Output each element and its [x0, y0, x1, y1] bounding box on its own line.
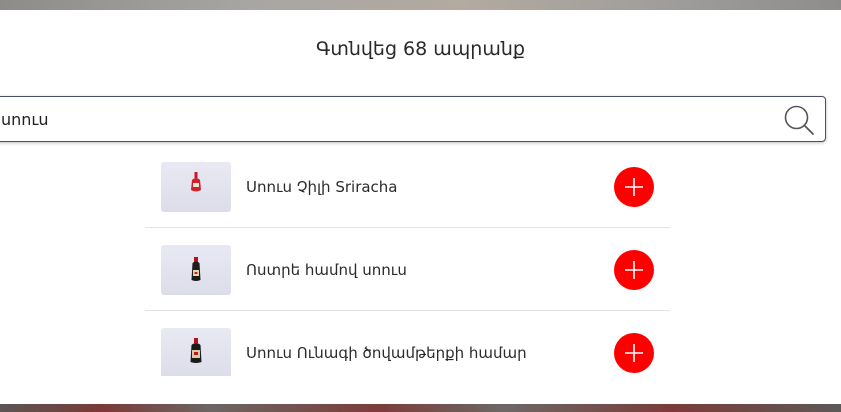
search-icon[interactable] [783, 104, 815, 136]
plus-icon [625, 261, 643, 279]
list-item[interactable]: Սոուս Չիլի Sriracha [145, 160, 670, 228]
add-to-cart-button[interactable] [614, 333, 654, 373]
product-name[interactable]: Սոուս Ունագի ծովամթերքի համար [246, 344, 527, 362]
product-image [161, 245, 231, 295]
search-input[interactable]: սոուս [1, 110, 49, 129]
background-bottom [0, 404, 841, 412]
product-image [161, 162, 231, 212]
search-box[interactable]: սոուս [0, 96, 826, 142]
product-image [161, 328, 231, 376]
plus-icon [625, 178, 643, 196]
list-item[interactable]: Սոուս Ունագի ծովամթերքի համար [145, 311, 670, 376]
add-to-cart-button[interactable] [614, 250, 654, 290]
add-to-cart-button[interactable] [614, 167, 654, 207]
plus-icon [625, 344, 643, 362]
results-count-title: Գտնվեց 68 ապրանք [316, 38, 525, 60]
search-results-modal: Գտնվեց 68 ապրանք սոուս Սոուս Չիլի Srirac… [0, 10, 841, 404]
product-name[interactable]: Սոուս Չիլի Sriracha [246, 178, 398, 196]
background-top [0, 0, 841, 10]
product-list: Սոուս Չիլի Sriracha Ոստրե համով սոուս Սո… [145, 160, 670, 376]
product-name[interactable]: Ոստրե համով սոուս [246, 261, 407, 279]
list-item[interactable]: Ոստրե համով սոուս [145, 228, 670, 311]
